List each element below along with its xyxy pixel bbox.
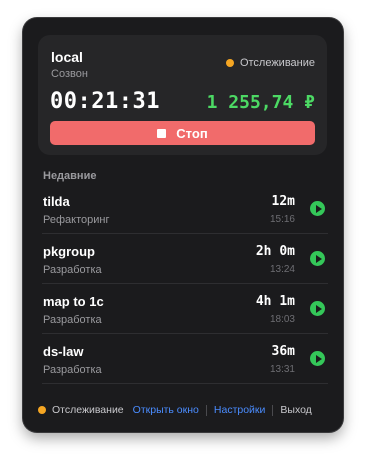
earnings-amount: 1 255,74 ₽ [206, 92, 315, 113]
tracking-status: Отслеживание [225, 57, 315, 69]
recent-item[interactable]: tilda Рефакторинг 12m 15:16 [42, 184, 328, 234]
recent-item-name: tilda [43, 194, 70, 209]
recent-item-time: 13:31 [269, 364, 295, 375]
recent-item[interactable]: pkgroup Разработка 2h 0m 13:24 [42, 234, 328, 284]
footer-divider [272, 404, 274, 416]
recent-item-time: 18:03 [269, 314, 295, 325]
play-icon[interactable] [310, 351, 325, 366]
elapsed-timer: 00:21:31 [50, 89, 160, 114]
recent-item-duration: 4h 1m [255, 294, 295, 309]
footer-divider [205, 404, 207, 416]
tracker-panel: local Созвон Отслеживание 00:21:31 1 255… [23, 18, 343, 432]
stop-button-label: Стоп [176, 125, 208, 141]
stop-button[interactable]: Стоп [50, 121, 315, 145]
recent-item-name: ds-law [43, 344, 84, 359]
footer-status-label: Отслеживание [52, 404, 124, 416]
recent-item-task: Разработка [43, 314, 102, 326]
recent-item-time: 13:24 [269, 264, 295, 275]
recent-item-duration: 2h 0m [255, 244, 295, 259]
play-icon[interactable] [310, 301, 325, 316]
status-dot-icon [38, 406, 46, 414]
footer-bar: Отслеживание Открыть окно Настройки Выхо… [38, 402, 330, 418]
open-window-link[interactable]: Открыть окно [133, 404, 199, 416]
current-task-name: Созвон [51, 68, 88, 80]
play-icon[interactable] [310, 251, 325, 266]
tracking-status-label: Отслеживание [239, 57, 315, 69]
recent-list: tilda Рефакторинг 12m 15:16 pkgroup Разр… [42, 184, 328, 384]
current-project-name: local [51, 49, 83, 65]
recent-item-task: Разработка [43, 364, 102, 376]
current-timer-card: local Созвон Отслеживание 00:21:31 1 255… [38, 35, 327, 155]
recent-item-name: map to 1c [43, 294, 104, 309]
recent-item-duration: 12m [271, 194, 295, 209]
recent-item-task: Разработка [43, 264, 102, 276]
footer-status: Отслеживание [38, 404, 124, 416]
play-icon[interactable] [310, 201, 325, 216]
stop-icon [157, 128, 167, 138]
recent-item-name: pkgroup [43, 244, 95, 259]
recent-heading: Недавние [43, 170, 97, 182]
recent-item[interactable]: map to 1c Разработка 4h 1m 18:03 [42, 284, 328, 334]
recent-item-time: 15:16 [269, 214, 295, 225]
recent-item-task: Рефакторинг [43, 214, 110, 226]
recent-item-duration: 36m [271, 344, 295, 359]
status-dot-icon [225, 59, 234, 67]
settings-link[interactable]: Настройки [214, 404, 266, 416]
exit-link[interactable]: Выход [280, 404, 311, 416]
recent-item[interactable]: ds-law Разработка 36m 13:31 [42, 334, 328, 384]
